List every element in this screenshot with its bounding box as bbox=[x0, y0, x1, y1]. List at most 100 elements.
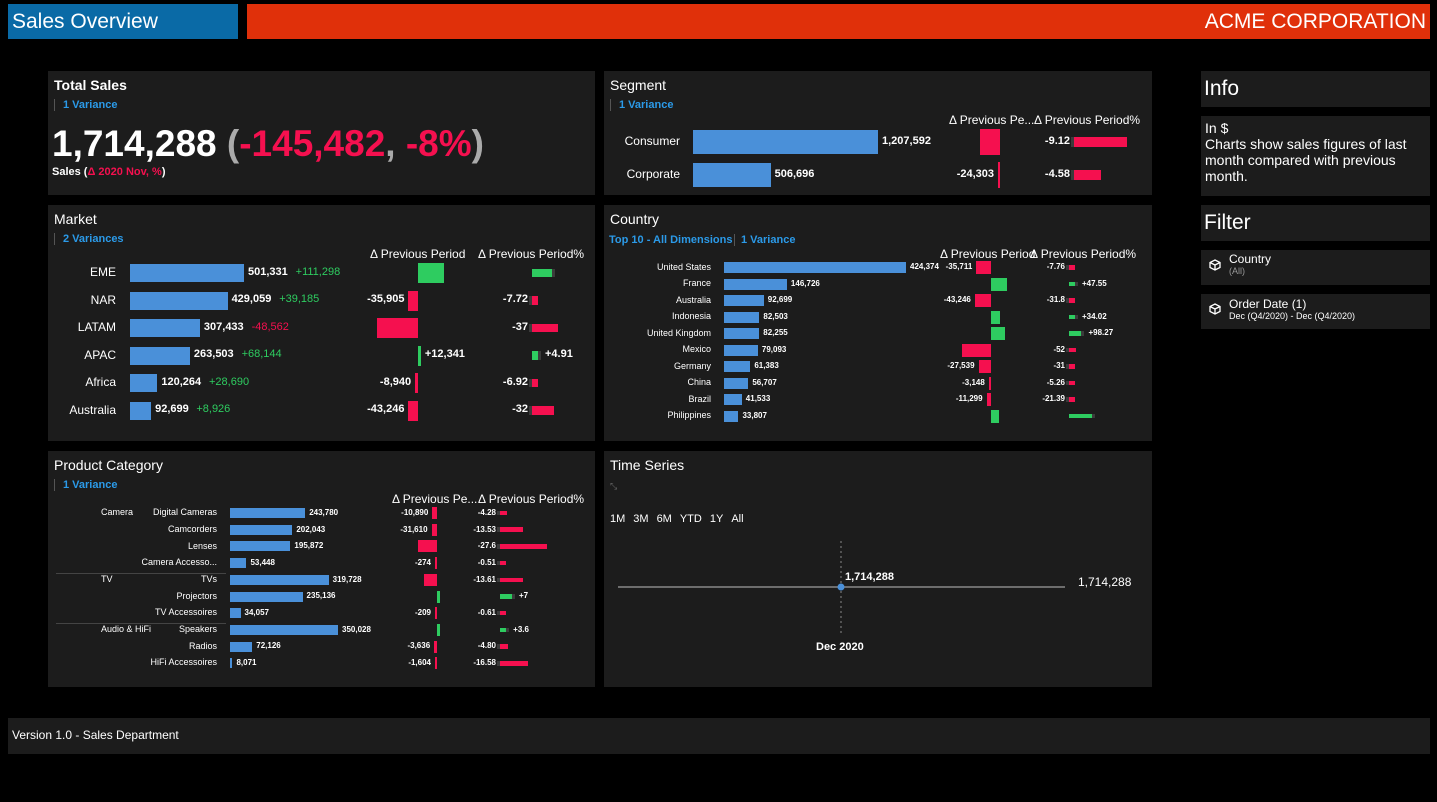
x-axis-label: Dec 2020 bbox=[816, 641, 864, 653]
value-label: 146,726 bbox=[790, 278, 820, 288]
pct-marker bbox=[1081, 331, 1085, 336]
kpi-delta: -145,482 bbox=[239, 123, 386, 164]
pct-bar bbox=[500, 544, 548, 549]
value-bar bbox=[230, 591, 303, 602]
group-label: TV bbox=[101, 573, 113, 584]
pct-marker bbox=[1066, 347, 1069, 353]
product-chart: Digital Cameras Camera 243,780 -10,890 -4.28… bbox=[48, 451, 595, 687]
pct-bar bbox=[1074, 169, 1101, 181]
pct-marker bbox=[497, 610, 500, 616]
row-label: Consumer bbox=[624, 134, 680, 149]
row-label: TV Accessoires bbox=[154, 607, 217, 618]
pct-label: +34.02 bbox=[1082, 311, 1107, 321]
value-label: 429,059 bbox=[231, 293, 272, 306]
row-label: Lenses bbox=[187, 540, 217, 551]
info-header: Info bbox=[1201, 71, 1430, 107]
market-chart: EME 501,331 +111,298 NAR 429,059 +39,185 -35,9… bbox=[48, 205, 595, 441]
delta-bar bbox=[991, 327, 1005, 340]
filter-country[interactable]: Country (All) bbox=[1201, 250, 1430, 285]
pct-label: -0.51 bbox=[477, 557, 496, 567]
row-label: Germany bbox=[673, 360, 711, 371]
total-sales-variance-link[interactable]: 1 Variance bbox=[54, 99, 117, 111]
caption-prefix: Sales ( bbox=[52, 166, 88, 178]
pct-marker bbox=[1066, 380, 1069, 386]
value-label: 501,331 bbox=[248, 265, 288, 278]
pct-marker bbox=[1066, 397, 1069, 402]
market-panel: Market 2 Variances Δ Previous Period Δ P… bbox=[48, 205, 595, 441]
value-label: 79,093 bbox=[761, 344, 787, 354]
value-bar bbox=[724, 328, 760, 339]
value-bar bbox=[230, 608, 241, 619]
pct-marker bbox=[1071, 169, 1074, 181]
pct-label: +3.6 bbox=[513, 624, 529, 634]
pct-bar bbox=[1069, 347, 1076, 353]
value-bar bbox=[130, 319, 200, 337]
delta-bar bbox=[418, 263, 444, 283]
row-label: HiFi Accessoires bbox=[150, 657, 217, 668]
pct-label: -16.58 bbox=[473, 658, 496, 668]
row-label: TVs bbox=[200, 573, 217, 584]
value-label: 1,207,592 bbox=[882, 134, 931, 147]
pct-label: -5.26 bbox=[1046, 377, 1065, 387]
pct-marker bbox=[497, 577, 500, 583]
delta-bar bbox=[415, 373, 418, 393]
total-sales-kpi: 1,714,288 (-145,482, -8%) bbox=[52, 123, 484, 165]
delta-label: +12,341 bbox=[424, 348, 465, 361]
delta-label: -43,246 bbox=[943, 295, 971, 305]
variance-label: -48,562 bbox=[251, 320, 289, 333]
company-banner: ACME CORPORATION bbox=[247, 4, 1430, 39]
row-label: Camera Accesso... bbox=[141, 557, 217, 568]
filter-order-date[interactable]: Order Date (1) Dec (Q4/2020) - Dec (Q4/2… bbox=[1201, 294, 1430, 329]
info-box: In $ Charts show sales figures of last m… bbox=[1201, 116, 1430, 196]
dimension-icon bbox=[1209, 303, 1221, 315]
pct-marker bbox=[1092, 413, 1096, 419]
row-label: Africa bbox=[85, 375, 116, 390]
row-label: LATAM bbox=[77, 320, 116, 335]
pct-label: -4.80 bbox=[477, 641, 496, 651]
variance-label: +68,144 bbox=[241, 348, 282, 361]
value-label: 506,696 bbox=[774, 167, 815, 180]
variance-label: +8,926 bbox=[196, 403, 231, 416]
pct-label: -52 bbox=[1053, 344, 1065, 354]
value-label: 263,503 bbox=[193, 348, 234, 361]
pct-label: +47.55 bbox=[1082, 278, 1107, 288]
variance-label: +28,690 bbox=[209, 375, 250, 388]
row-label: Projectors bbox=[176, 590, 217, 601]
pct-label: -31 bbox=[1053, 361, 1065, 371]
row-label: APAC bbox=[84, 347, 116, 362]
value-label: 33,807 bbox=[742, 410, 767, 420]
row-label: China bbox=[687, 377, 711, 388]
pct-label: -9.12 bbox=[1044, 134, 1070, 147]
row-label: France bbox=[682, 278, 711, 289]
value-label: 307,433 bbox=[203, 320, 244, 333]
pct-marker bbox=[497, 510, 500, 516]
value-bar bbox=[724, 295, 764, 306]
info-title: Info bbox=[1204, 77, 1240, 100]
data-point[interactable] bbox=[837, 583, 845, 591]
time-series-panel: Time Series ⤡ 1M 3M 6M YTD 1Y All 1,714,288 1… bbox=[604, 451, 1152, 687]
pct-marker bbox=[1075, 281, 1078, 287]
delta-bar bbox=[437, 623, 441, 636]
group-label: Camera bbox=[101, 507, 134, 518]
delta-label: -43,246 bbox=[367, 403, 405, 416]
value-bar bbox=[724, 410, 739, 422]
value-bar bbox=[724, 394, 742, 405]
group-divider bbox=[56, 622, 226, 624]
delta-bar bbox=[418, 345, 421, 366]
pct-label: -31.8 bbox=[1046, 295, 1065, 305]
product-panel: Product Category 1 Variance Δ Previous P… bbox=[48, 451, 595, 687]
value-bar bbox=[724, 361, 751, 372]
value-bar bbox=[724, 377, 749, 389]
pct-bar bbox=[1069, 298, 1075, 303]
delta-bar bbox=[408, 290, 418, 311]
pct-marker bbox=[1075, 314, 1078, 320]
pct-label: +98.27 bbox=[1088, 328, 1114, 338]
group-divider bbox=[56, 572, 226, 574]
pct-label: -7.76 bbox=[1046, 262, 1065, 272]
pct-bar bbox=[500, 527, 524, 532]
pct-bar bbox=[1069, 331, 1082, 336]
dimension-icon bbox=[1209, 259, 1221, 271]
value-bar bbox=[230, 658, 233, 669]
filter-header: Filter bbox=[1201, 205, 1430, 241]
value-bar bbox=[230, 574, 329, 585]
